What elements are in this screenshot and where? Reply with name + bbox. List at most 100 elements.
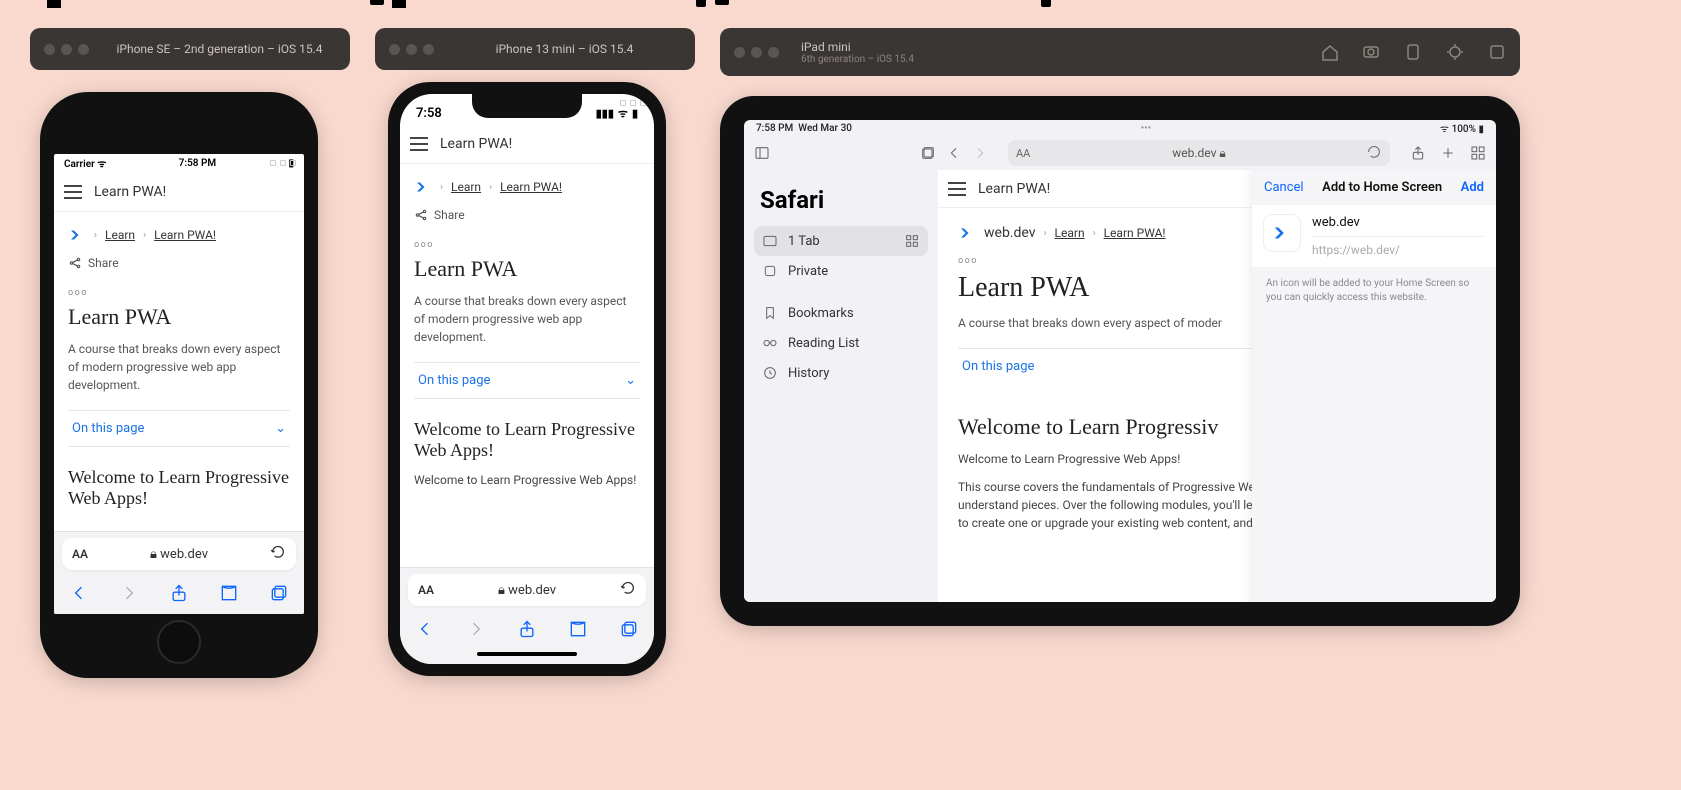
aa-button[interactable]: AA	[72, 547, 88, 561]
share-icon	[68, 256, 82, 270]
site-url-field: https://web.dev/	[1312, 237, 1484, 257]
date-label: Wed Mar 30	[798, 123, 852, 134]
sidebar-toggle-icon[interactable]	[754, 145, 770, 161]
new-tab-button[interactable]	[1440, 145, 1456, 161]
status-bar: Carrier ︎ᯤ 7:58 PM ▮	[54, 154, 304, 172]
signal-icon: ▮▮▮	[596, 107, 614, 120]
lock-icon: 🔒︎	[498, 583, 505, 598]
url-text: web.dev	[508, 583, 556, 598]
home-icon[interactable]	[1320, 43, 1338, 61]
reload-icon[interactable]	[620, 580, 636, 600]
share-button[interactable]	[517, 619, 537, 643]
article-heading: Learn PWA	[68, 304, 290, 330]
on-this-page-toggle[interactable]: On this page ⌄	[414, 362, 640, 399]
menu-icon[interactable]	[410, 137, 428, 151]
home-indicator[interactable]	[477, 652, 577, 656]
appearance-icon[interactable]	[1446, 43, 1464, 61]
page-title: Learn PWA!	[440, 136, 512, 152]
bookmarks-button[interactable]	[568, 619, 588, 643]
sidebar-item-reading-list[interactable]: Reading List	[754, 328, 928, 358]
reload-icon[interactable]	[270, 544, 286, 564]
popover-note: An icon will be added to your Home Scree…	[1252, 267, 1496, 315]
crumb-learn-pwa[interactable]: Learn PWA!	[500, 180, 562, 194]
chevron-right-icon: ›	[1044, 228, 1047, 239]
forward-button[interactable]	[972, 145, 988, 161]
rotate-icon[interactable]	[1404, 43, 1422, 61]
crumb-learn-pwa[interactable]: Learn PWA!	[1104, 226, 1166, 240]
add-button[interactable]: Add	[1461, 180, 1484, 195]
aa-button[interactable]: AA	[418, 583, 434, 597]
share-button[interactable]	[1410, 145, 1426, 161]
site-name-field[interactable]: web.dev	[1312, 215, 1484, 237]
page-header: Learn PWA!	[400, 124, 654, 164]
lock-icon: 🔒︎	[1219, 146, 1225, 161]
chevron-right-icon: ›	[489, 182, 492, 193]
on-this-page-label: On this page	[418, 373, 490, 388]
sidebar-item-bookmarks[interactable]: Bookmarks	[754, 298, 928, 328]
body-paragraph: Welcome to Learn Progressive Web Apps!	[414, 471, 640, 489]
share-label: Share	[434, 208, 465, 222]
battery-icon: ▮	[632, 107, 638, 120]
sidebar-item-label: Bookmarks	[788, 306, 854, 321]
safari-nav-row	[400, 612, 654, 650]
webdev-logo-icon	[68, 226, 86, 244]
sidebar-item-history[interactable]: History	[754, 358, 928, 388]
tabs-button[interactable]	[269, 583, 289, 607]
menu-icon[interactable]	[948, 182, 966, 196]
device-ipad-mini: 7:58 PM Wed Mar 30 ••• ᯤ 100% ▮ AA web.d…	[720, 96, 1520, 626]
settings-icon[interactable]	[1488, 43, 1506, 61]
sidebar-item-label: Reading List	[788, 336, 859, 351]
device-iphone-13-mini: 7:58 ▮▮▮ ᯤ ▮ Learn PWA! › Learn › Learn …	[388, 82, 666, 676]
sidebar-item-label: Private	[788, 264, 828, 279]
share-button[interactable]	[169, 583, 189, 607]
sidebar-item-private[interactable]: Private	[754, 256, 928, 286]
grid-icon[interactable]	[904, 233, 920, 249]
popover-card: web.dev https://web.dev/	[1252, 205, 1496, 267]
crumb-learn-pwa[interactable]: Learn PWA!	[154, 228, 216, 242]
traffic-lights[interactable]	[734, 47, 779, 58]
private-icon	[762, 263, 778, 279]
site-icon	[1264, 215, 1300, 251]
safari-sidebar: Safari 1 Tab Private Bookmarks Re	[744, 170, 938, 602]
tabs-overview-icon[interactable]	[920, 145, 936, 161]
aa-button[interactable]: AA	[1016, 147, 1030, 160]
share-row[interactable]: Share	[68, 256, 290, 270]
article-heading: Learn PWA	[414, 256, 640, 282]
url-bar[interactable]: AA web.dev 🔒︎	[1008, 140, 1390, 166]
crumb-learn[interactable]: Learn	[451, 180, 481, 194]
section-heading: Welcome to Learn Progressive Web Apps!	[414, 419, 640, 461]
crumb-learn[interactable]: Learn	[105, 228, 135, 242]
page-title: Learn PWA!	[978, 181, 1050, 197]
menu-icon[interactable]	[64, 185, 82, 199]
battery-icon: ▮	[1478, 124, 1484, 135]
back-button[interactable]	[946, 145, 962, 161]
wifi-icon: ᯤ	[1440, 124, 1449, 135]
article-description: A course that breaks down every aspect o…	[68, 340, 290, 394]
home-button[interactable]	[157, 620, 201, 664]
crumb-learn[interactable]: Learn	[1055, 226, 1085, 240]
screenshot-icon[interactable]	[1362, 43, 1380, 61]
webdev-logo-icon	[414, 178, 432, 196]
reload-icon[interactable]	[1366, 144, 1382, 163]
url-text: web.dev	[160, 547, 208, 562]
on-this-page-toggle[interactable]: On this page ⌄	[68, 410, 290, 447]
debug-badges	[620, 100, 646, 106]
cancel-button[interactable]: Cancel	[1264, 180, 1304, 195]
url-bar[interactable]: AA 🔒︎ web.dev	[62, 538, 296, 570]
back-button[interactable]	[69, 583, 89, 607]
tabs-button[interactable]	[619, 619, 639, 643]
sidebar-item-label: 1 Tab	[788, 234, 820, 249]
url-bar[interactable]: AA 🔒︎ web.dev	[408, 574, 646, 606]
tab-groups-button[interactable]	[1470, 145, 1486, 161]
logo-text: web.dev	[984, 225, 1036, 241]
status-bar: 7:58 PM Wed Mar 30 ••• ᯤ 100% ▮	[744, 120, 1496, 136]
debug-badges	[270, 160, 296, 166]
sidebar-item-label: History	[788, 366, 829, 381]
back-button[interactable]	[415, 619, 435, 643]
chevron-down-icon: ⌄	[275, 421, 286, 436]
sidebar-item-tabs[interactable]: 1 Tab	[754, 226, 928, 256]
forward-button	[119, 583, 139, 607]
bookmarks-button[interactable]	[219, 583, 239, 607]
share-row[interactable]: Share	[414, 208, 640, 222]
on-this-page-label: On this page	[72, 421, 144, 436]
